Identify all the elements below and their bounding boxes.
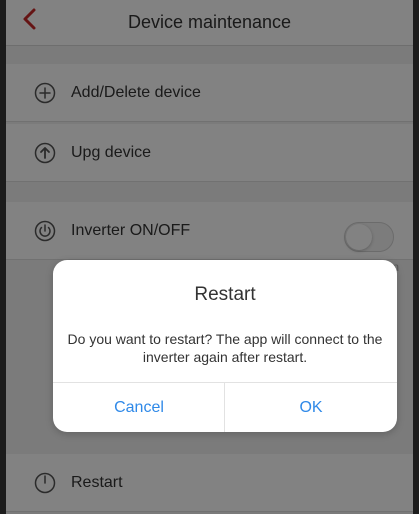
- dialog-title: Restart: [194, 284, 256, 305]
- cancel-button[interactable]: Cancel: [53, 383, 225, 432]
- dialog-message: Do you want to restart? The app will con…: [67, 331, 383, 365]
- ok-button[interactable]: OK: [224, 383, 397, 432]
- device-maintenance-screen: Device maintenance Add/Delete device Upg…: [6, 0, 413, 514]
- restart-dialog: Restart Do you want to restart? The app …: [53, 260, 397, 432]
- modal-overlay: [6, 0, 413, 514]
